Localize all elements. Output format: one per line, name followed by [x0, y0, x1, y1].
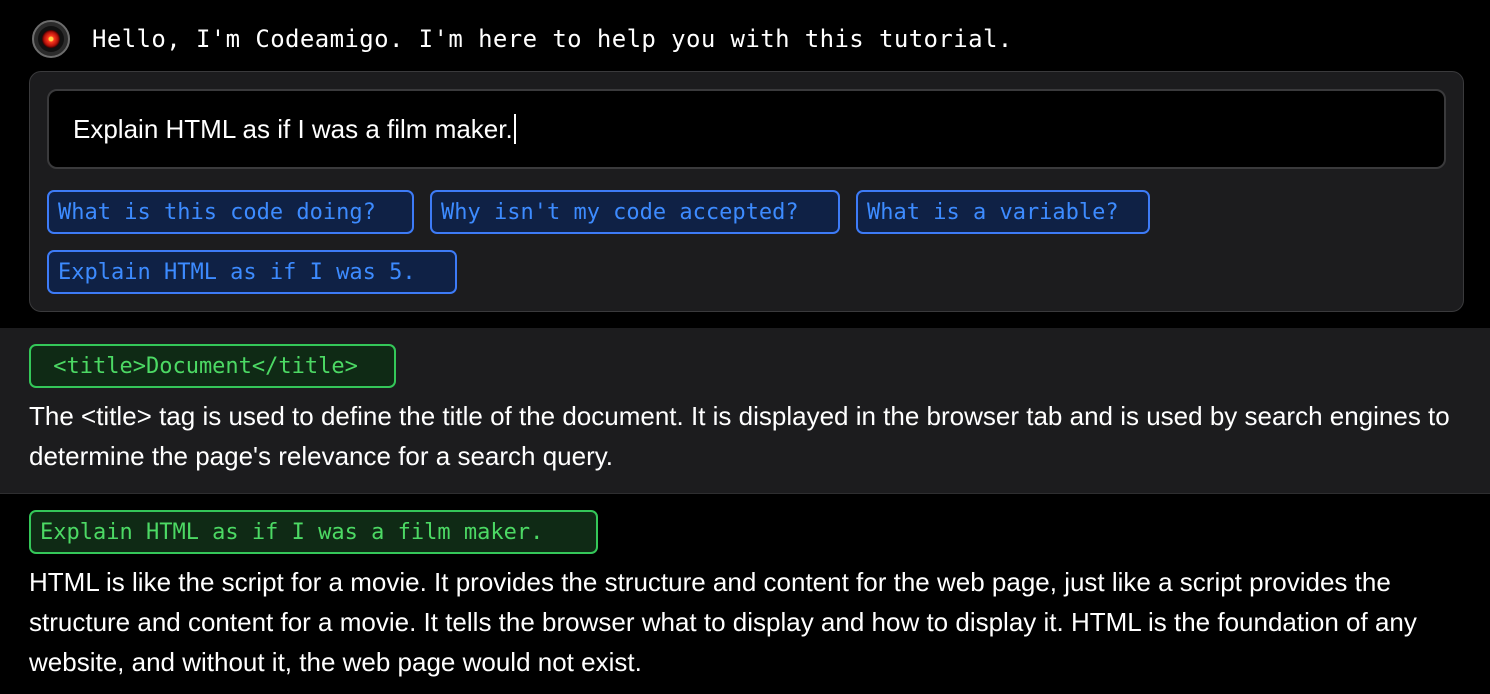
- response-message: <title>Document</title> The <title> tag …: [0, 328, 1490, 494]
- suggestion-chip[interactable]: Explain HTML as if I was 5.: [47, 250, 457, 294]
- ask-panel: Explain HTML as if I was a film maker. W…: [29, 71, 1464, 312]
- suggestion-chip[interactable]: Why isn't my code accepted?: [430, 190, 840, 234]
- response-text: HTML is like the script for a movie. It …: [29, 567, 1417, 677]
- question-input-value: Explain HTML as if I was a film maker.: [73, 113, 513, 144]
- assistant-avatar-icon: [32, 20, 70, 58]
- text-caret: [513, 114, 516, 144]
- suggestion-chip[interactable]: What is a variable?: [856, 190, 1150, 234]
- greeting-text: Hello, I'm Codeamigo. I'm here to help y…: [92, 25, 1013, 53]
- red-eye-icon: [42, 30, 60, 48]
- assistant-greeting: Hello, I'm Codeamigo. I'm here to help y…: [32, 18, 1013, 60]
- question-input[interactable]: Explain HTML as if I was a film maker.: [47, 89, 1446, 169]
- question-tag: Explain HTML as if I was a film maker.: [29, 510, 598, 554]
- code-snippet-tag: <title>Document</title>: [29, 344, 396, 388]
- response-text: The <title> tag is used to define the ti…: [29, 401, 1450, 471]
- response-message: Explain HTML as if I was a film maker. H…: [0, 494, 1490, 694]
- suggestion-chip[interactable]: What is this code doing?: [47, 190, 414, 234]
